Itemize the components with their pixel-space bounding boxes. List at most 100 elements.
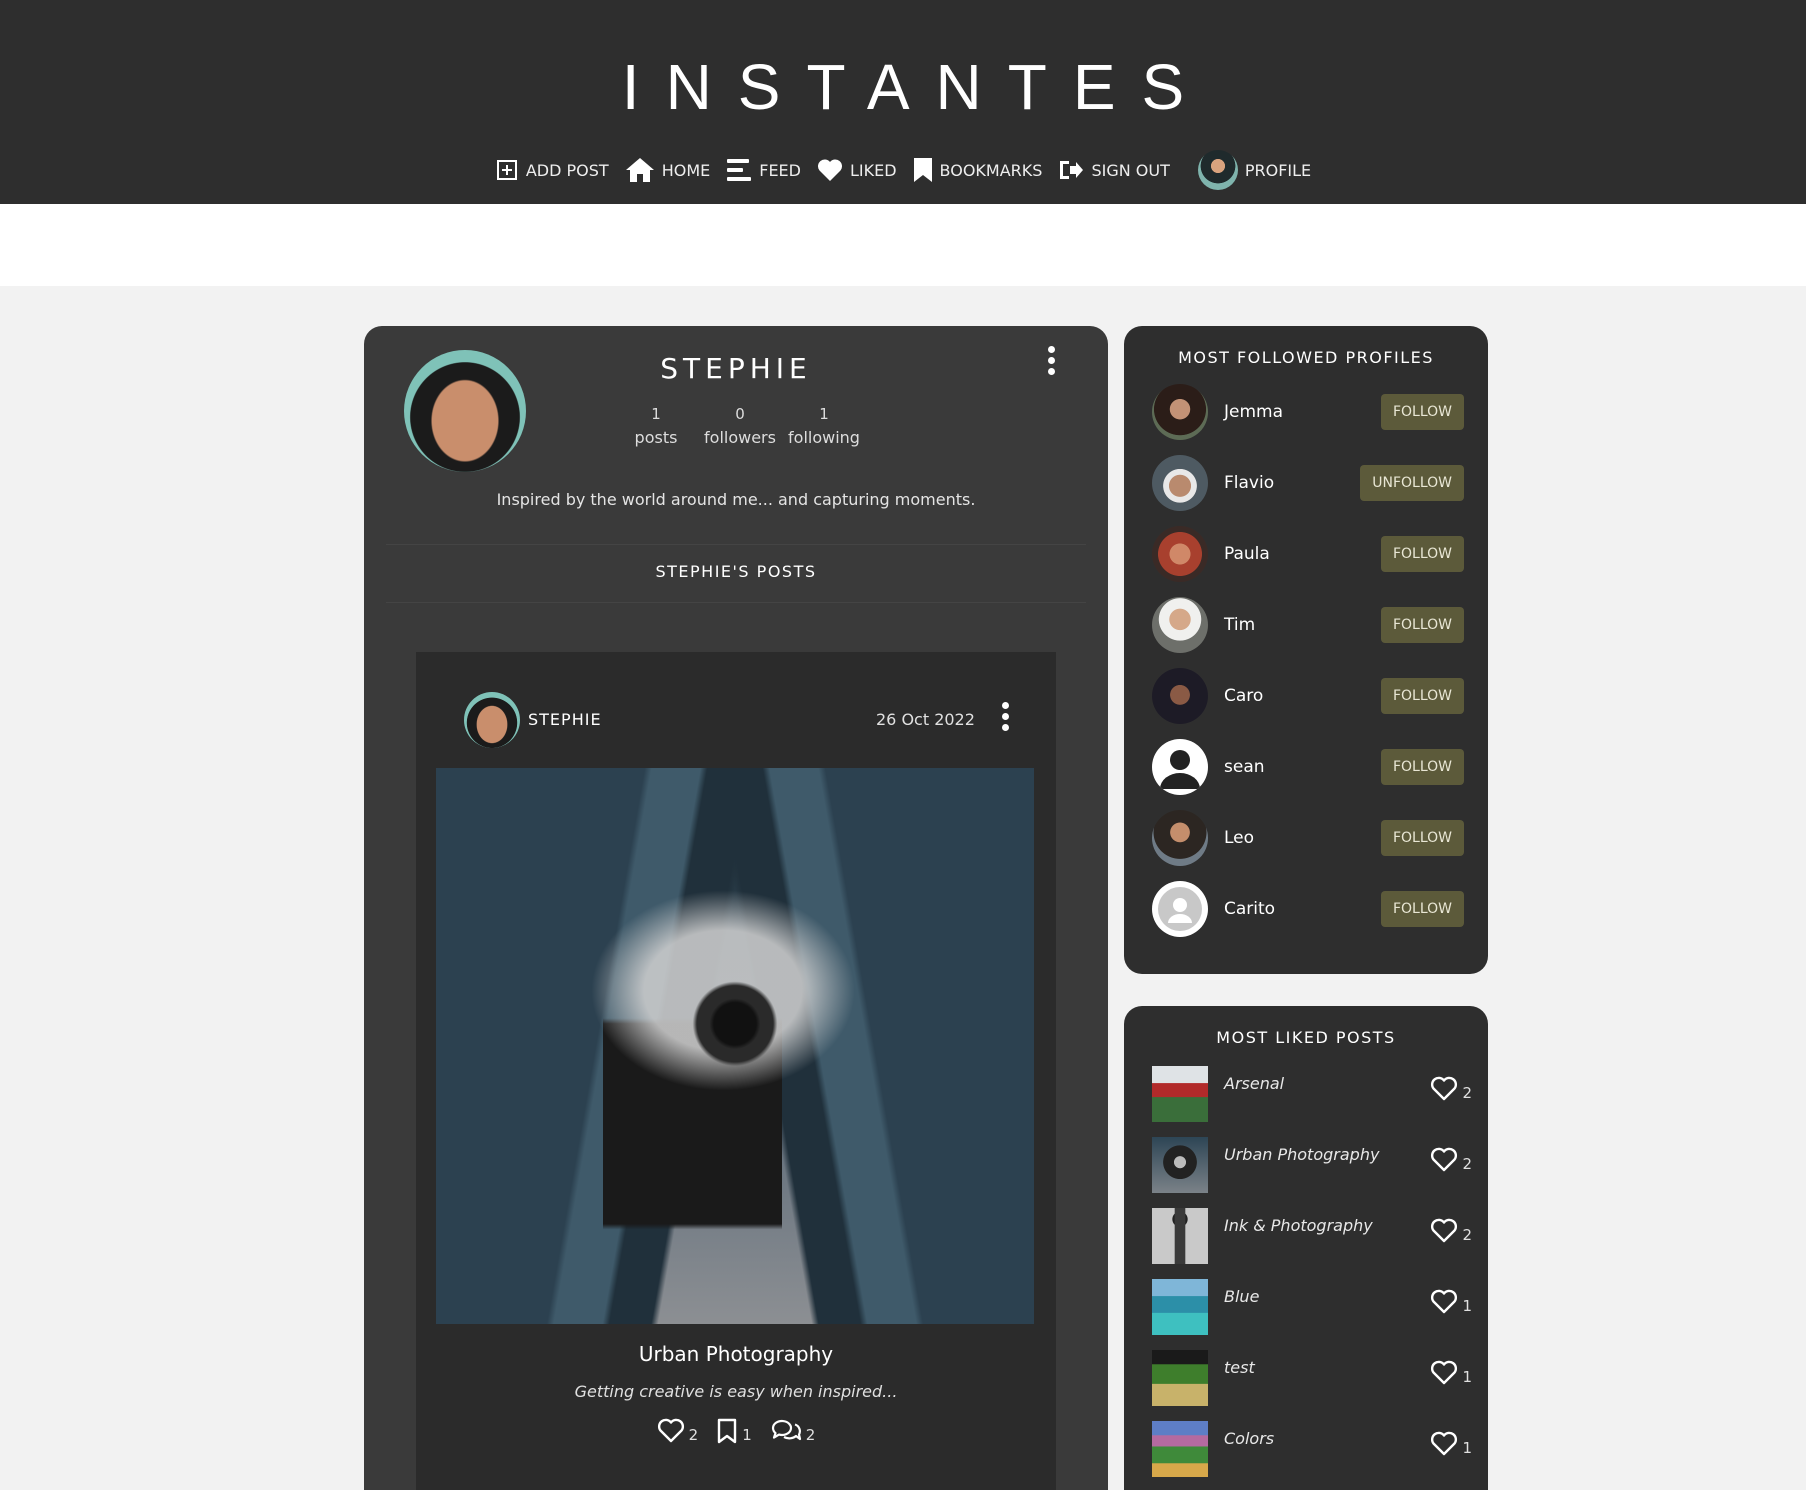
unfollow-button[interactable]: UNFOLLOW bbox=[1360, 465, 1464, 501]
post-thumbnail[interactable] bbox=[1152, 1208, 1208, 1264]
like-count: 1 bbox=[1430, 1360, 1472, 1386]
avatar[interactable] bbox=[1152, 455, 1208, 511]
follow-button[interactable]: FOLLOW bbox=[1380, 820, 1464, 856]
liked-post-title[interactable]: Ink & Photography bbox=[1224, 1216, 1430, 1235]
divider bbox=[386, 544, 1086, 545]
like-count: 2 bbox=[1430, 1147, 1472, 1173]
avatar[interactable] bbox=[1152, 810, 1208, 866]
list-item[interactable]: Ink & Photography 2 bbox=[1152, 1208, 1472, 1264]
post-thumbnail[interactable] bbox=[1152, 1421, 1208, 1477]
avatar[interactable] bbox=[1152, 668, 1208, 724]
list-item[interactable]: Urban Photography 2 bbox=[1152, 1137, 1472, 1193]
feed-icon bbox=[727, 159, 752, 181]
profile-options-kebab-icon[interactable] bbox=[1048, 346, 1055, 375]
stat-posts-value: 1 bbox=[651, 405, 661, 423]
post-caption: Getting creative is easy when inspired..… bbox=[574, 1382, 898, 1401]
stat-followers-value: 0 bbox=[735, 405, 745, 423]
heart-outline-icon bbox=[1431, 1147, 1458, 1172]
posts-heading: STEPHIE'S POSTS bbox=[655, 562, 817, 581]
list-item[interactable]: test 1 bbox=[1152, 1350, 1472, 1406]
like-count-value: 2 bbox=[1462, 1084, 1472, 1102]
follow-button[interactable]: FOLLOW bbox=[1380, 607, 1464, 643]
follow-button[interactable]: FOLLOW bbox=[1380, 749, 1464, 785]
nav-feed[interactable]: FEED bbox=[726, 158, 801, 182]
follow-button[interactable]: FOLLOW bbox=[1380, 891, 1464, 927]
profile-name[interactable]: Flavio bbox=[1224, 473, 1360, 493]
follow-button[interactable]: FOLLOW bbox=[1380, 394, 1464, 430]
avatar[interactable] bbox=[1152, 384, 1208, 440]
post-thumbnail[interactable] bbox=[1152, 1066, 1208, 1122]
post-options-kebab-icon[interactable] bbox=[1002, 702, 1009, 731]
nav-bookmarks-label: BOOKMARKS bbox=[939, 160, 1043, 180]
nav-sign-out[interactable]: SIGN OUT bbox=[1058, 158, 1170, 182]
profile-name[interactable]: Caro bbox=[1224, 686, 1381, 706]
list-item: Caro FOLLOW bbox=[1152, 668, 1464, 724]
liked-post-title[interactable]: Urban Photography bbox=[1224, 1145, 1430, 1164]
profile-name[interactable]: Carito bbox=[1224, 899, 1381, 919]
list-item: Flavio UNFOLLOW bbox=[1152, 455, 1464, 511]
liked-post-title[interactable]: test bbox=[1224, 1358, 1430, 1377]
stat-following[interactable]: 1 following bbox=[782, 402, 866, 450]
post-actions: 2 1 2 bbox=[416, 1418, 1056, 1444]
like-count: 2 bbox=[1430, 1076, 1472, 1102]
stat-following-value: 1 bbox=[819, 405, 829, 423]
list-item[interactable]: Arsenal 2 bbox=[1152, 1066, 1472, 1122]
heart-outline-icon bbox=[1431, 1360, 1458, 1385]
most-followed-card: MOST FOLLOWED PROFILES Jemma FOLLOW Flav… bbox=[1124, 326, 1488, 974]
default-avatar-icon[interactable] bbox=[1152, 881, 1208, 937]
sign-out-icon bbox=[1060, 161, 1084, 179]
list-item[interactable]: Colors 1 bbox=[1152, 1421, 1472, 1477]
follow-button[interactable]: FOLLOW bbox=[1380, 678, 1464, 714]
heart-outline-icon bbox=[1431, 1289, 1458, 1314]
comments-icon bbox=[771, 1419, 801, 1441]
heart-outline-icon bbox=[657, 1418, 684, 1443]
like-count: 2 bbox=[1430, 1218, 1472, 1244]
post-author[interactable]: STEPHIE bbox=[528, 710, 602, 729]
list-item[interactable]: Blue 1 bbox=[1152, 1279, 1472, 1335]
most-followed-heading: MOST FOLLOWED PROFILES bbox=[1178, 348, 1434, 367]
heart-outline-icon bbox=[1431, 1076, 1458, 1101]
follow-button[interactable]: FOLLOW bbox=[1380, 536, 1464, 572]
nav-profile[interactable]: PROFILE bbox=[1186, 150, 1311, 190]
liked-post-title[interactable]: Blue bbox=[1224, 1287, 1430, 1306]
avatar[interactable] bbox=[1152, 526, 1208, 582]
nav-bookmarks[interactable]: BOOKMARKS bbox=[913, 157, 1043, 183]
profile-name[interactable]: Leo bbox=[1224, 828, 1381, 848]
nav-home[interactable]: HOME bbox=[625, 157, 710, 183]
nav-liked[interactable]: LIKED bbox=[817, 158, 897, 182]
post-thumbnail[interactable] bbox=[1152, 1137, 1208, 1193]
like-count-value: 1 bbox=[1462, 1439, 1472, 1457]
like-count-value: 2 bbox=[1462, 1226, 1472, 1244]
post-thumbnail[interactable] bbox=[1152, 1279, 1208, 1335]
post-date: 26 Oct 2022 bbox=[876, 710, 975, 729]
like-button[interactable]: 2 bbox=[657, 1418, 699, 1444]
profile-name[interactable]: Tim bbox=[1224, 615, 1381, 635]
spacer-band bbox=[0, 204, 1806, 286]
comments-button[interactable]: 2 bbox=[770, 1418, 815, 1444]
profile-stats: 1 posts 0 followers 1 following bbox=[614, 402, 866, 450]
like-count: 1 bbox=[1430, 1289, 1472, 1315]
brand-logo[interactable]: INSTANTES bbox=[0, 50, 1806, 124]
profile-name[interactable]: Jemma bbox=[1224, 402, 1381, 422]
nav-add-post[interactable]: ADD POST bbox=[495, 158, 609, 182]
liked-post-title[interactable]: Arsenal bbox=[1224, 1074, 1430, 1093]
post-image[interactable] bbox=[436, 768, 1034, 1324]
stat-followers[interactable]: 0 followers bbox=[698, 402, 782, 450]
stat-posts-label: posts bbox=[634, 428, 678, 447]
post-card: STEPHIE 26 Oct 2022 Urban Photography Ge… bbox=[416, 652, 1056, 1490]
like-count-value: 1 bbox=[1462, 1297, 1472, 1315]
avatar[interactable] bbox=[1152, 597, 1208, 653]
profile-name[interactable]: Paula bbox=[1224, 544, 1381, 564]
bookmark-button[interactable]: 1 bbox=[716, 1418, 752, 1444]
liked-post-title[interactable]: Colors bbox=[1224, 1429, 1430, 1448]
like-count: 2 bbox=[688, 1426, 699, 1444]
profile-name: STEPHIE bbox=[660, 352, 812, 385]
main-nav: ADD POST HOME FEED LIKED BOOKMARKS SIGN … bbox=[0, 150, 1806, 190]
top-header: INSTANTES ADD POST HOME FEED LIKED BOOKM… bbox=[0, 0, 1806, 204]
stat-posts[interactable]: 1 posts bbox=[614, 402, 698, 450]
post-thumbnail[interactable] bbox=[1152, 1350, 1208, 1406]
post-author-avatar[interactable] bbox=[464, 692, 520, 748]
default-avatar-icon[interactable] bbox=[1152, 739, 1208, 795]
post-title[interactable]: Urban Photography bbox=[416, 1342, 1056, 1366]
profile-name[interactable]: sean bbox=[1224, 757, 1381, 777]
